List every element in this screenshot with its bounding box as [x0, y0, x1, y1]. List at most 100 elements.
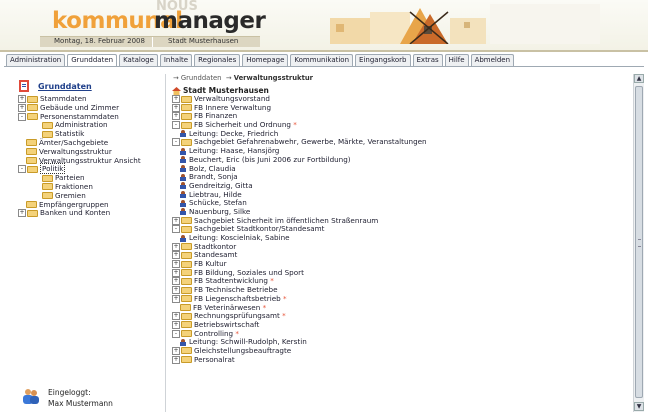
folder-icon — [181, 260, 192, 268]
tab-hilfe[interactable]: Hilfe — [444, 54, 469, 66]
folder-icon — [26, 139, 37, 147]
expand-toggle-icon[interactable]: + — [18, 95, 26, 103]
town-houses-image — [330, 4, 600, 44]
org-unit-item[interactable]: + Personalrat — [172, 354, 630, 365]
org-unit-item[interactable]: + Standesamt — [172, 251, 630, 260]
users-icon — [23, 389, 39, 404]
folder-icon — [181, 243, 192, 251]
expand-toggle-icon[interactable]: + — [172, 268, 180, 277]
tab-regionales[interactable]: Regionales — [194, 54, 241, 66]
org-unit-item[interactable]: + Gleichstellungsbeauftragte — [172, 345, 630, 356]
folder-icon — [181, 295, 192, 303]
folder-icon — [181, 225, 192, 233]
org-unit-item[interactable]: + Stadtkontor — [172, 241, 630, 252]
sidebar-item-label: Statistik — [55, 129, 85, 139]
expand-toggle-icon[interactable]: + — [18, 103, 26, 112]
tree-item-label: Brandt, Sonja — [189, 172, 238, 182]
folder-icon — [27, 113, 38, 121]
city-name: Stadt Musterhausen — [168, 37, 239, 45]
logo-dark-text: manager — [154, 8, 266, 34]
tree-item-label: Leitung: Decke, Friedrich — [189, 128, 279, 138]
structure-tree: + Verwaltungsvorstand + FB Innere Verwaltun… — [172, 94, 630, 365]
tab-kommunikation[interactable]: Kommunikation — [290, 54, 354, 66]
folder-icon — [181, 217, 192, 225]
sidebar-item[interactable]: Verwaltungsstruktur Ansicht — [18, 156, 141, 166]
folder-icon — [181, 321, 192, 329]
expand-toggle-icon[interactable]: + — [172, 320, 180, 329]
expand-toggle-icon[interactable]: + — [172, 277, 180, 286]
expand-toggle-icon[interactable]: + — [172, 312, 180, 321]
person-icon — [180, 191, 186, 199]
folder-icon — [26, 148, 37, 156]
expand-toggle-icon[interactable]: + — [172, 346, 180, 355]
tree-item-label: Personalrat — [194, 354, 235, 364]
tree-item-label: Schücke, Stefan — [189, 198, 247, 208]
expand-toggle-icon[interactable]: - — [172, 121, 180, 130]
person-item[interactable]: Beuchert, Eric (bis Juni 2006 zur Fortbi… — [172, 154, 630, 165]
tree-item-label: Leitung: Schwill-Rudolph, Kerstin — [189, 337, 307, 347]
tree-item-label: Verwaltungsvorstand — [194, 94, 270, 103]
tab-homepage[interactable]: Homepage — [242, 54, 289, 66]
expand-toggle-icon[interactable]: + — [18, 209, 26, 218]
expand-toggle-icon[interactable]: - — [18, 165, 26, 174]
folder-icon — [181, 330, 192, 338]
expand-toggle-icon[interactable]: + — [172, 242, 180, 251]
tabs-baseline — [4, 66, 644, 67]
expand-toggle-icon[interactable]: + — [172, 294, 180, 303]
expand-toggle-icon[interactable]: - — [172, 329, 180, 338]
sidebar: Grunddaten + Stammdaten + Gebäude und Zimme… — [14, 78, 164, 408]
tab-eingangskorb[interactable]: Eingangskorb — [355, 54, 411, 66]
tab-inhalte[interactable]: Inhalte — [159, 54, 193, 66]
expand-toggle-icon[interactable]: + — [172, 103, 180, 112]
tab-kataloge[interactable]: Kataloge — [119, 54, 158, 66]
expand-toggle-icon[interactable]: - — [172, 138, 180, 147]
sidebar-item[interactable]: + Banken und Konten — [18, 208, 141, 218]
vertical-scrollbar[interactable]: ▲ ▼ — [633, 74, 644, 412]
org-unit-item[interactable]: + FB Innere Verwaltung — [172, 103, 630, 113]
breadcrumb-current: Verwaltungsstruktur — [233, 74, 314, 82]
tree-item-label: FB Bildung, Soziales und Sport — [194, 267, 304, 277]
folder-icon — [181, 277, 192, 285]
person-item[interactable]: Leitung: Koscielniak, Sabine — [172, 233, 630, 243]
sidebar-item-label: Administration — [55, 120, 108, 130]
tab-abmelden[interactable]: Abmelden — [470, 54, 515, 66]
folder-icon — [181, 312, 192, 320]
breadcrumb-item[interactable]: Grunddaten — [181, 74, 222, 82]
expand-toggle-icon[interactable]: + — [172, 286, 180, 295]
person-icon — [180, 130, 186, 138]
person-icon — [180, 338, 186, 346]
org-unit-item[interactable]: + Betriebswirtschaft — [172, 320, 630, 330]
breadcrumb-arrow-icon: → — [225, 74, 234, 82]
expand-toggle-icon[interactable]: + — [172, 251, 180, 260]
tab-administration[interactable]: Administration — [6, 54, 66, 66]
expand-toggle-icon[interactable]: + — [172, 355, 180, 364]
house-icon — [172, 87, 181, 95]
tree-item-label: Controlling — [194, 328, 234, 338]
scroll-thumb[interactable] — [635, 86, 643, 398]
tab-extras[interactable]: Extras — [412, 54, 443, 66]
expand-toggle-icon[interactable]: - — [172, 225, 180, 234]
tree-item-label: Nauenburg, Silke — [189, 206, 251, 216]
tree-item-label: Beuchert, Eric (bis Juni 2006 zur Fortbi… — [189, 154, 351, 164]
tree-item-label: FB Veterinärwesen — [193, 302, 261, 312]
scroll-down-button[interactable]: ▼ — [634, 402, 644, 411]
main-tabs: Administration Grunddaten Kataloge Inhalte R… — [6, 54, 515, 67]
sidebar-title[interactable]: Grunddaten — [38, 82, 92, 91]
tree-item-label: FB Finanzen — [194, 111, 238, 121]
expand-toggle-icon[interactable]: + — [172, 216, 180, 225]
tree-item-label: Gendreitzig, Gitta — [189, 180, 253, 190]
tree-item-label: Standesamt — [194, 250, 238, 260]
expand-toggle-icon[interactable]: + — [172, 95, 180, 103]
sidebar-item-label: Gremien — [55, 190, 86, 200]
person-icon — [180, 199, 186, 207]
tree-item-label: Stadtkontor — [194, 241, 237, 251]
folder-icon — [27, 104, 38, 112]
expand-toggle-icon[interactable]: + — [172, 112, 180, 121]
folder-icon — [42, 130, 53, 138]
tree-item-label: Gleichstellungsbeauftragte — [194, 345, 292, 355]
person-item[interactable]: Bolz, Claudia — [172, 164, 630, 174]
folder-icon — [181, 286, 192, 294]
expand-toggle-icon[interactable]: + — [172, 260, 180, 269]
scroll-up-button[interactable]: ▲ — [634, 74, 644, 83]
expand-toggle-icon[interactable]: - — [18, 112, 26, 121]
